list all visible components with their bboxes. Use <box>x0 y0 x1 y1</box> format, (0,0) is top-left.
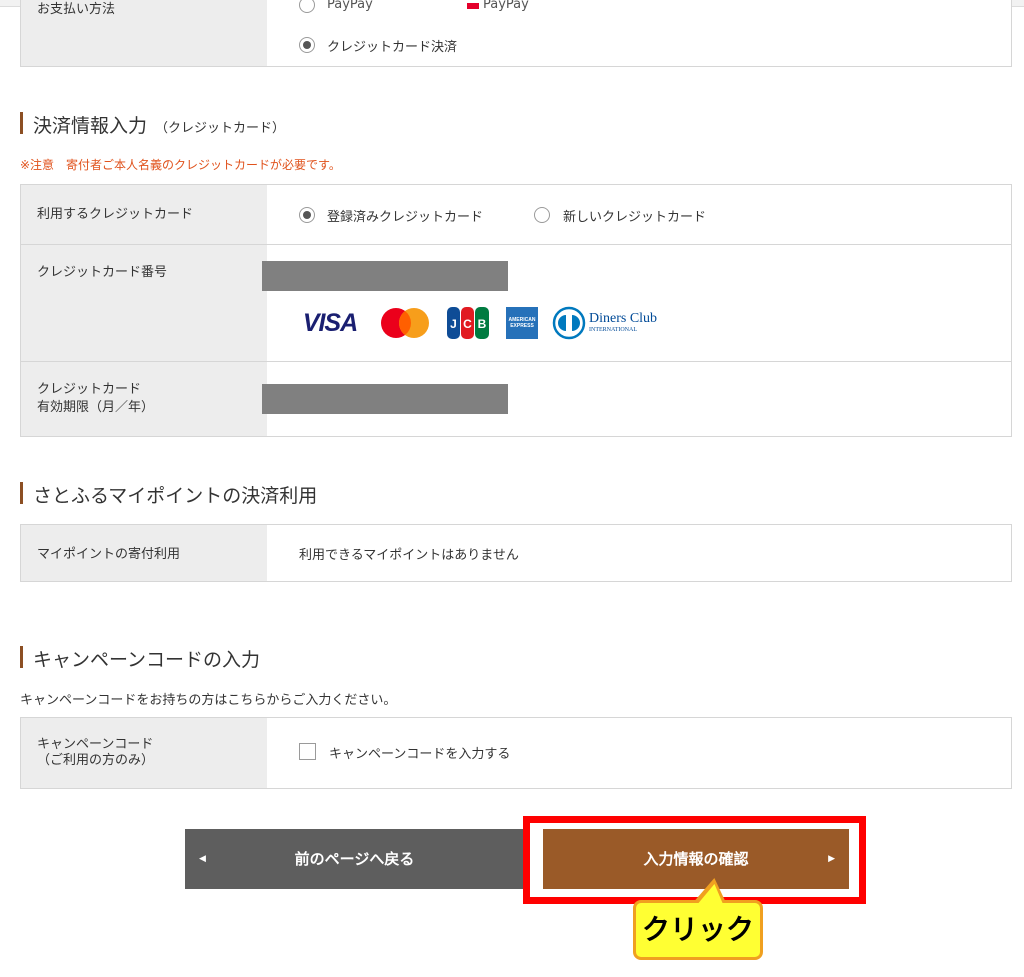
points-value: 利用できるマイポイントはありません <box>299 548 519 563</box>
credit-card-payment-radio[interactable] <box>299 37 315 53</box>
amex-logo-icon: AMERICAN EXPRESS <box>505 306 539 340</box>
paypay-option-label-2: PayPay <box>483 0 529 12</box>
diners-club-logo-text: Diners Club <box>589 311 658 326</box>
jcb-logo-icon: J C B <box>446 306 490 340</box>
visa-logo-icon: VISA <box>296 306 364 340</box>
confirm-button-highlight <box>523 816 866 904</box>
diners-club-logo-subtext: INTERNATIONAL <box>589 327 637 333</box>
expiry-label-line2: 有効期限（月／年） <box>37 400 155 415</box>
back-button-label: 前のページへ戻る <box>294 850 415 868</box>
points-table: マイポイントの寄付利用 利用できるマイポイントはありません <box>20 524 1012 582</box>
card-number-label-cell: クレジットカード番号 <box>21 245 267 361</box>
new-card-label: 新しいクレジットカード <box>563 210 707 225</box>
new-card-radio[interactable] <box>534 207 550 223</box>
credit-card-payment-label: クレジットカード決済 <box>327 40 458 55</box>
card-expiry-masked-value <box>262 384 508 414</box>
points-row: マイポイントの寄付利用 利用できるマイポイントはありません <box>21 525 1011 581</box>
card-section-title-text: 決済情報入力 <box>33 115 148 137</box>
points-section-title: さとふるマイポイントの決済利用 <box>33 485 318 507</box>
campaign-section-title: キャンペーンコードの入力 <box>33 649 261 671</box>
mastercard-logo-icon <box>377 306 433 340</box>
campaign-code-checkbox[interactable] <box>299 743 316 760</box>
card-number-masked-value <box>262 261 508 291</box>
campaign-row: キャンペーンコード （ご利用の方のみ） キャンペーンコードを入力する <box>21 718 1011 788</box>
diners-club-logo-icon: Diners Club INTERNATIONAL <box>552 306 664 340</box>
points-section-bar <box>20 482 23 504</box>
payment-method-label-cell: お支払い方法 <box>21 0 267 66</box>
payment-method-label: お支払い方法 <box>37 2 116 17</box>
card-section-bar <box>20 112 23 134</box>
use-card-row: 利用するクレジットカード 登録済みクレジットカード 新しいクレジットカード <box>21 185 1011 245</box>
registered-card-radio[interactable] <box>299 207 315 223</box>
use-card-label-cell: 利用するクレジットカード <box>21 185 267 244</box>
paypay-option-label: PayPay <box>327 0 373 12</box>
card-owner-notice: ※注意 寄付者ご本人名義のクレジットカードが必要です。 <box>20 158 341 172</box>
amex-logo-text: AMERICAN EXPRESS <box>508 317 536 329</box>
campaign-label-line1: キャンペーンコード <box>37 737 154 752</box>
card-section-subtitle: （クレジットカード） <box>155 121 286 136</box>
paypay-radio[interactable] <box>299 0 315 13</box>
registered-card-label: 登録済みクレジットカード <box>327 210 484 225</box>
click-callout: クリック <box>633 900 763 960</box>
campaign-description: キャンペーンコードをお持ちの方はこちらからご入力ください。 <box>20 693 397 708</box>
campaign-section-bar <box>20 646 23 668</box>
visa-logo-text: VISA <box>302 308 358 337</box>
points-label: マイポイントの寄付利用 <box>37 547 181 562</box>
campaign-table: キャンペーンコード （ご利用の方のみ） キャンペーンコードを入力する <box>20 717 1012 789</box>
campaign-label-cell: キャンペーンコード （ご利用の方のみ） <box>21 718 267 788</box>
card-number-row: クレジットカード番号 <box>21 245 1011 362</box>
card-number-label: クレジットカード番号 <box>37 265 168 280</box>
payment-method-table: お支払い方法 PayPay PayPay クレジットカード決済 <box>20 0 1012 67</box>
expiry-label-line1: クレジットカード <box>37 382 142 397</box>
expiry-label-cell: クレジットカード 有効期限（月／年） <box>21 362 267 436</box>
use-card-label: 利用するクレジットカード <box>37 207 194 222</box>
svg-text:J: J <box>450 317 457 331</box>
svg-text:C: C <box>463 317 472 331</box>
paypay-logo-icon <box>467 3 479 9</box>
payment-method-row: お支払い方法 PayPay PayPay クレジットカード決済 <box>21 0 1011 66</box>
click-callout-text: クリック <box>641 913 754 946</box>
campaign-code-checkbox-label: キャンペーンコードを入力する <box>329 747 511 762</box>
campaign-label-line2: （ご利用の方のみ） <box>37 753 155 768</box>
card-section-title: 決済情報入力 （クレジットカード） <box>33 111 285 138</box>
points-label-cell: マイポイントの寄付利用 <box>21 525 267 581</box>
back-button[interactable]: ◀ 前のページへ戻る <box>185 829 524 889</box>
back-arrow-icon: ◀ <box>199 854 206 864</box>
svg-text:B: B <box>478 317 487 331</box>
expiry-row: クレジットカード 有効期限（月／年） <box>21 362 1011 436</box>
